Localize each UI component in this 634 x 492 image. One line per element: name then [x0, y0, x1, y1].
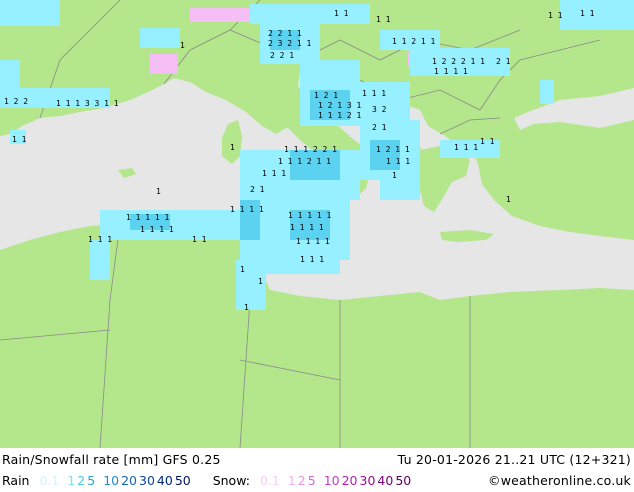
svg-text:1 1 1 1: 1 1 1 1	[140, 225, 174, 234]
snow-legend-label: Snow:	[212, 473, 250, 488]
svg-text:2 2 1 1: 2 2 1 1	[268, 29, 302, 38]
svg-text:1 1: 1 1	[548, 11, 563, 20]
svg-text:1 2 2 2 1 1: 1 2 2 2 1 1	[432, 57, 485, 66]
footer: Rain/Snowfall rate [mm] GFS 0.25 Tu 20-0…	[0, 448, 634, 490]
svg-text:2 2 1: 2 2 1	[270, 51, 294, 60]
svg-text:2 3 2 1 1: 2 3 2 1 1	[268, 39, 312, 48]
snow-legend-step: 10	[323, 473, 340, 488]
snow-legend-step: 5	[307, 473, 316, 488]
rain-legend-steps: 0.1 1 2 5 10 20 30 40 50	[39, 473, 192, 488]
credit-link[interactable]: ©weatheronline.co.uk	[488, 473, 631, 488]
svg-text:2 1: 2 1	[372, 123, 387, 132]
svg-text:3 2: 3 2	[372, 105, 387, 114]
snow-legend-step: 40	[377, 473, 394, 488]
snow-legend-steps: 0.1 1 2 5 10 20 30 40 50	[260, 473, 413, 488]
svg-text:1 1 1: 1 1 1	[386, 157, 410, 166]
svg-text:1 2 1: 1 2 1	[314, 91, 338, 100]
svg-text:1 1: 1 1	[480, 137, 495, 146]
footer-row-top: Rain/Snowfall rate [mm] GFS 0.25 Tu 20-0…	[0, 450, 634, 471]
map-title: Rain/Snowfall rate [mm] GFS 0.25	[2, 452, 221, 467]
svg-text:1 1: 1 1	[12, 135, 27, 144]
svg-text:1 1 1 3 3 1 1: 1 1 1 3 3 1 1	[56, 99, 119, 108]
svg-text:1: 1	[506, 195, 511, 204]
svg-text:1 1 1: 1 1 1	[262, 169, 286, 178]
svg-text:1: 1	[244, 303, 249, 312]
svg-text:1 1 1 2 2 1: 1 1 1 2 2 1	[284, 145, 337, 154]
rain-legend-step: 5	[87, 473, 96, 488]
snow-legend-step: 1	[287, 473, 296, 488]
svg-text:1 1 1 2 1 1: 1 1 1 2 1 1	[278, 157, 331, 166]
rain-legend-label: Rain	[2, 473, 30, 488]
snow-legend-step: 50	[395, 473, 412, 488]
map-datetime: Tu 20-01-2026 21..21 UTC (12+321)	[397, 452, 631, 467]
rain-legend-step: 30	[139, 473, 155, 488]
svg-text:1: 1	[156, 187, 161, 196]
rain-legend-step: 50	[174, 473, 191, 488]
svg-text:1 1 1: 1 1 1	[300, 255, 324, 264]
svg-text:1 1: 1 1	[192, 235, 207, 244]
svg-text:1: 1	[180, 41, 185, 50]
precipitation-map: 1 2 2 1 1 1 3 3 1 1 1 1 1 2 2 1 1 2 3 2 …	[0, 0, 634, 448]
svg-text:1 1: 1 1	[334, 9, 349, 18]
svg-text:1 1 1 2 1: 1 1 1 2 1	[318, 111, 362, 120]
svg-text:1 1 2 1 1: 1 1 2 1 1	[392, 37, 436, 46]
svg-text:1 1 1: 1 1 1	[88, 235, 112, 244]
svg-text:1 1 1 1: 1 1 1 1	[296, 237, 330, 246]
svg-text:1 2 1 3 1: 1 2 1 3 1	[318, 101, 362, 110]
svg-text:1 1 1 1: 1 1 1 1	[230, 205, 264, 214]
svg-text:1 1: 1 1	[376, 15, 391, 24]
svg-text:1 1: 1 1	[580, 9, 595, 18]
svg-text:1 1 1 1: 1 1 1 1	[434, 67, 468, 76]
svg-text:1: 1	[258, 277, 263, 286]
footer-row-bottom: Rain 0.1 1 2 5 10 20 30 40 50 Snow: 0.1 1 2 5 10 20 30…	[0, 471, 634, 492]
svg-text:1 1 1 1: 1 1 1 1	[290, 223, 324, 232]
svg-text:1 1 1: 1 1 1	[454, 143, 478, 152]
svg-text:1 1 1 1 1: 1 1 1 1 1	[288, 211, 332, 220]
rain-legend-step: 1	[67, 473, 76, 488]
svg-text:1: 1	[392, 171, 397, 180]
svg-text:1: 1	[230, 143, 235, 152]
svg-text:2 1: 2 1	[496, 57, 511, 66]
legend: Rain 0.1 1 2 5 10 20 30 40 50 Snow: 0.1 1 2 5 10 20 30…	[2, 473, 415, 488]
snow-legend-step: 0.1	[259, 473, 280, 488]
rain-legend-step: 2	[77, 473, 86, 488]
rain-legend-step: 0.1	[39, 473, 60, 488]
rain-legend-step: 10	[103, 473, 120, 488]
svg-text:1 2 1 1: 1 2 1 1	[376, 145, 410, 154]
snow-legend-step: 20	[341, 473, 358, 488]
rain-legend-step: 20	[121, 473, 138, 488]
snow-legend-step: 30	[359, 473, 376, 488]
svg-text:1: 1	[240, 265, 245, 274]
svg-text:1 1 1 1 1: 1 1 1 1 1	[126, 213, 170, 222]
svg-text:1 2 2: 1 2 2	[4, 97, 28, 106]
svg-text:2 1: 2 1	[250, 185, 265, 194]
rain-legend-step: 40	[156, 473, 173, 488]
snow-legend-step: 2	[297, 473, 306, 488]
svg-text:1 1 1: 1 1 1	[362, 89, 386, 98]
